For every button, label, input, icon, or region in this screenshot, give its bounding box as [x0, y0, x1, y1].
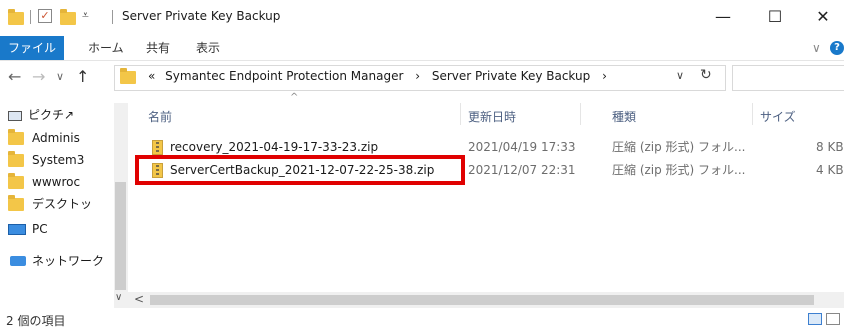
window-title: Server Private Key Backup	[122, 9, 281, 23]
nav-item-folder[interactable]: Adminis	[32, 127, 80, 149]
breadcrumb-item[interactable]: Server Private Key Backup	[432, 69, 590, 83]
folder-icon	[8, 9, 24, 25]
column-divider[interactable]	[580, 103, 581, 125]
scroll-down-icon[interactable]: ∨	[115, 292, 122, 303]
pictures-icon	[8, 111, 22, 121]
breadcrumb: « Symantec Endpoint Protection Manager ›…	[148, 69, 607, 83]
column-header-date[interactable]: 更新日時	[468, 108, 516, 125]
network-icon	[10, 256, 26, 266]
address-dropdown-icon[interactable]: ∨	[676, 69, 684, 82]
scroll-left-icon[interactable]: <	[134, 292, 144, 306]
nav-item-folder[interactable]: System3	[32, 149, 84, 171]
close-button[interactable]: ✕	[800, 4, 844, 30]
column-divider[interactable]	[752, 103, 753, 125]
large-icons-view-icon[interactable]	[826, 313, 840, 325]
file-size: 8 KB	[816, 140, 844, 154]
column-header-type[interactable]: 種類	[612, 108, 636, 125]
divider	[30, 10, 31, 24]
minimize-button[interactable]: —	[700, 4, 746, 30]
tab-file[interactable]: ファイル	[0, 36, 64, 60]
help-icon[interactable]: ?	[830, 41, 844, 55]
divider	[112, 10, 113, 24]
customize-qat-icon[interactable]: ⩡	[82, 8, 89, 23]
sort-ascending-icon: ^	[290, 92, 299, 103]
folder-icon	[120, 68, 136, 84]
new-folder-icon[interactable]	[60, 9, 76, 25]
recent-locations-button[interactable]: ∨	[56, 70, 64, 83]
zip-folder-icon	[152, 140, 163, 155]
nav-item-pictures[interactable]: ピクチ↗	[28, 104, 74, 126]
pc-icon	[8, 224, 26, 235]
file-date: 2021/12/07 22:31	[468, 163, 576, 177]
chevron-right-icon[interactable]: ›	[415, 69, 420, 83]
folder-icon	[8, 129, 24, 145]
search-input[interactable]	[732, 65, 844, 91]
back-button[interactable]: ←	[8, 67, 21, 86]
maximize-button[interactable]: ☐	[752, 4, 798, 30]
up-button[interactable]: ↑	[76, 67, 89, 86]
tab-share[interactable]: 共有	[146, 36, 170, 60]
ribbon-expand-icon[interactable]: ∨	[812, 36, 821, 60]
column-header-size[interactable]: サイズ	[760, 108, 796, 125]
nav-item-network[interactable]: ネットワーク	[32, 250, 104, 272]
folder-icon	[8, 195, 24, 211]
nav-item-desktop[interactable]: デスクトッ	[32, 193, 92, 215]
file-date: 2021/04/19 17:33	[468, 140, 576, 154]
horizontal-scrollbar-thumb[interactable]	[150, 295, 814, 305]
highlight-box	[135, 155, 465, 185]
nav-item-pc[interactable]: PC	[32, 218, 48, 240]
file-size: 4 KB	[816, 163, 844, 177]
breadcrumb-overflow[interactable]: «	[148, 69, 155, 83]
details-view-icon[interactable]	[808, 313, 822, 325]
status-item-count: 2 個の項目	[6, 314, 66, 328]
nav-scrollbar-thumb[interactable]	[115, 182, 126, 290]
forward-button[interactable]: →	[32, 67, 45, 86]
chevron-right-icon[interactable]: ›	[602, 69, 607, 83]
ribbon	[0, 34, 844, 61]
folder-icon	[8, 173, 24, 189]
file-type: 圧縮 (zip 形式) フォル...	[612, 140, 746, 154]
column-divider[interactable]	[460, 103, 461, 125]
tab-view[interactable]: 表示	[196, 36, 220, 60]
nav-item-folder[interactable]: wwwroc	[32, 171, 80, 193]
column-header-name[interactable]: 名前	[148, 108, 172, 125]
tab-home[interactable]: ホーム	[88, 36, 124, 60]
refresh-icon[interactable]: ↻	[700, 67, 712, 83]
breadcrumb-item[interactable]: Symantec Endpoint Protection Manager	[165, 69, 403, 83]
file-type: 圧縮 (zip 形式) フォル...	[612, 163, 746, 177]
folder-icon	[8, 151, 24, 167]
properties-icon[interactable]: ✓	[38, 9, 52, 23]
